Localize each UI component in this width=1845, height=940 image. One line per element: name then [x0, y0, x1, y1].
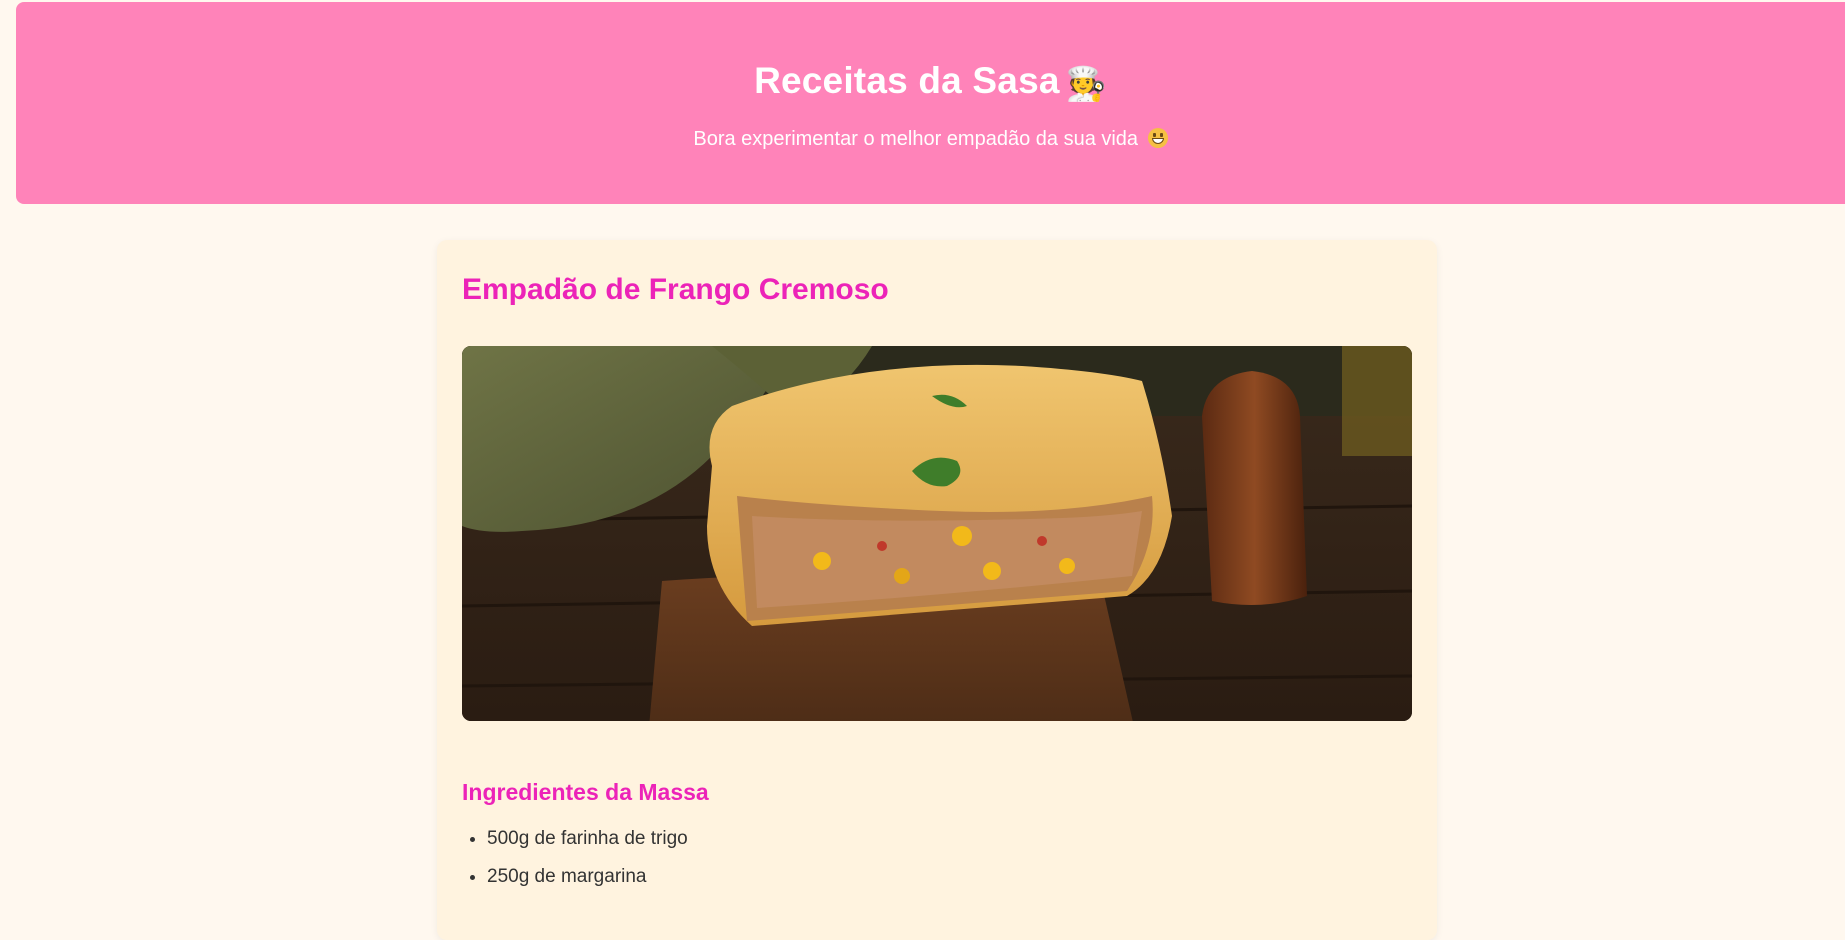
- site-title: Receitas da Sasa 🧑‍🍳: [16, 60, 1845, 104]
- ingredients-section-title: Ingredientes da Massa: [462, 779, 709, 805]
- chef-icon: 🧑‍🍳: [1065, 65, 1107, 102]
- recipe-title: Empadão de Frango Cremoso: [462, 273, 889, 306]
- grinning-face-icon: [1147, 128, 1168, 148]
- recipe-card: Empadão de Frango Cremoso Ingredientes d…: [437, 240, 1437, 940]
- site-header: Receitas da Sasa 🧑‍🍳 Bora experimentar o …: [16, 2, 1845, 204]
- ingredients-list: 500g de farinha de trigo 250g de margari…: [462, 826, 688, 902]
- site-subtitle-text: Bora experimentar o melhor empadão da su…: [693, 128, 1139, 150]
- recipe-photo: [462, 346, 1412, 721]
- site-title-text: Receitas da Sasa: [754, 60, 1060, 101]
- list-item: 250g de margarina: [487, 864, 688, 890]
- list-item: 500g de farinha de trigo: [487, 826, 688, 852]
- site-subtitle: Bora experimentar o melhor empadão da su…: [16, 128, 1845, 151]
